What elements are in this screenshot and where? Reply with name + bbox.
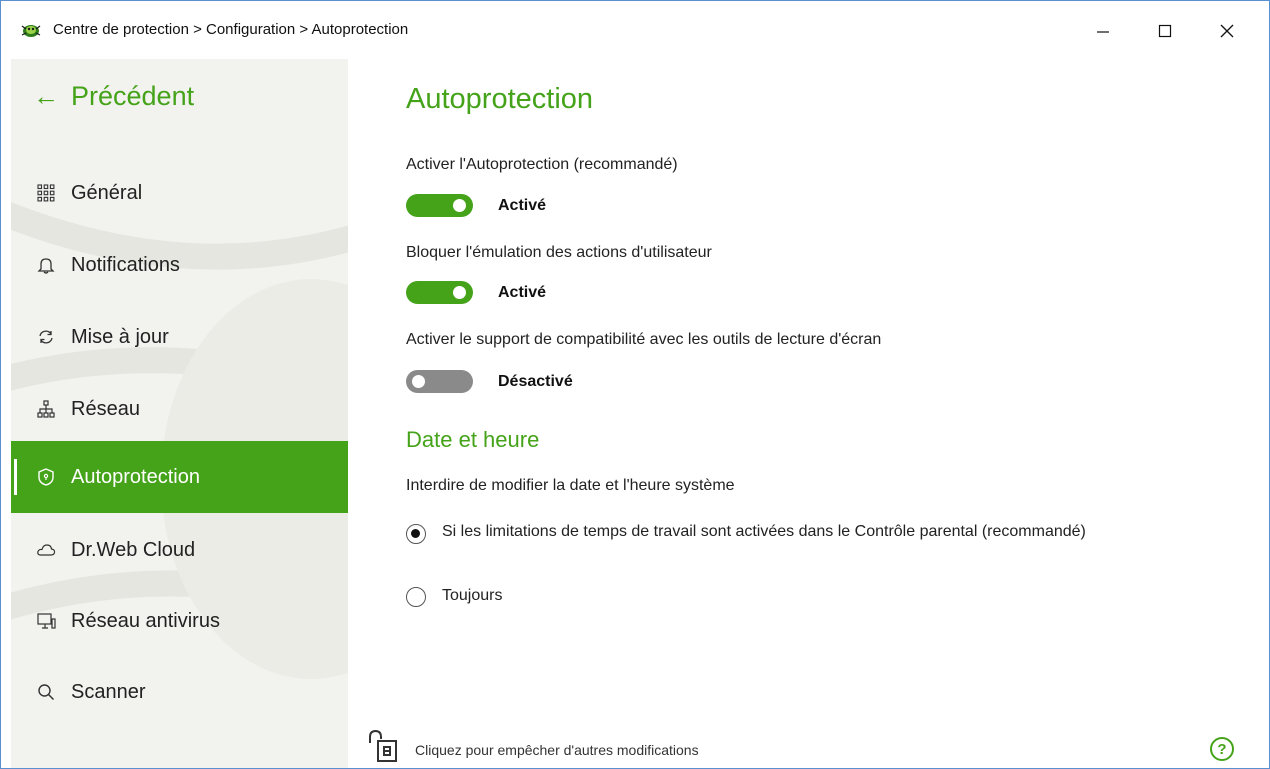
radio-always[interactable] [406,587,426,607]
title-bar: Centre de protection > Configuration > A… [1,1,1269,59]
toggle-state-label: Désactivé [498,373,573,390]
page-title: Autoprotection [406,83,594,115]
sidebar-item-autoprotection[interactable]: Autoprotection [11,441,348,513]
sidebar-item-scanner[interactable]: Scanner [11,656,348,728]
minimize-icon [1097,31,1109,33]
sidebar-item-label: Général [71,181,143,204]
sidebar-item-label: Dr.Web Cloud [71,538,196,561]
toggle-state-label: Activé [498,197,547,214]
section-title-date: Date et heure [406,427,540,452]
sidebar-item-antivirus-network[interactable]: Réseau antivirus [11,585,348,657]
toggle-knob [412,375,425,388]
main-panel: Autoprotection Activer l'Autoprotection … [348,59,1269,768]
back-label: Précédent [71,81,195,111]
autoprotection-toggle[interactable] [406,194,473,217]
network-icon [35,398,57,420]
active-indicator [14,459,17,495]
help-button[interactable]: ? [1210,737,1234,761]
bell-icon [35,254,57,276]
date-setting-label: Interdire de modifier la date et l'heure… [406,477,735,494]
sidebar-item-label: Scanner [71,680,146,703]
drweb-spider-icon [21,25,41,37]
sidebar-item-label: Réseau antivirus [71,609,220,632]
radio-label-parental-limits[interactable]: Si les limitations de temps de travail s… [442,520,1162,544]
lock-icon[interactable] [366,729,402,763]
setting-label-screen-reader: Activer le support de compatibilité avec… [406,331,882,348]
search-icon [35,681,57,703]
sidebar-item-label: Notifications [71,253,180,276]
setting-label-autoprotection: Activer l'Autoprotection (recommandé) [406,156,678,173]
sidebar-item-notifications[interactable]: Notifications [11,229,348,301]
refresh-icon [35,326,57,348]
monitor-icon [35,610,57,632]
close-icon [1220,24,1234,38]
grid-icon [35,182,57,204]
shield-icon [35,466,57,488]
radio-parental-limits[interactable] [406,524,426,544]
arrow-left-icon: ← [33,81,59,111]
app-window: Centre de protection > Configuration > A… [0,0,1270,769]
toggle-state-label: Activé [498,284,547,301]
sidebar-item-network[interactable]: Réseau [11,373,348,445]
close-button[interactable] [1207,13,1247,49]
setting-label-emulation: Bloquer l'émulation des actions d'utilis… [406,244,712,261]
window-title: Centre de protection > Configuration > A… [53,21,409,38]
back-button[interactable]: ← Précédent [33,81,194,112]
emulation-block-toggle[interactable] [406,281,473,304]
sidebar-item-label: Réseau [71,397,140,420]
lock-hint-link[interactable]: Cliquez pour empêcher d'autres modificat… [415,742,699,758]
maximize-button[interactable] [1145,13,1185,49]
sidebar-item-drweb-cloud[interactable]: Dr.Web Cloud [11,514,348,586]
sidebar: ← Précédent Général Notifications Mise à… [11,59,348,768]
minimize-button[interactable] [1083,13,1123,49]
maximize-icon [1158,24,1172,38]
sidebar-item-label: Mise à jour [71,325,169,348]
screen-reader-toggle[interactable] [406,370,473,393]
sidebar-item-label: Autoprotection [71,465,200,488]
radio-label-always[interactable]: Toujours [442,584,1162,608]
toggle-knob [453,199,466,212]
toggle-knob [453,286,466,299]
cloud-icon [35,539,57,561]
sidebar-item-update[interactable]: Mise à jour [11,301,348,373]
sidebar-item-general[interactable]: Général [11,157,348,229]
